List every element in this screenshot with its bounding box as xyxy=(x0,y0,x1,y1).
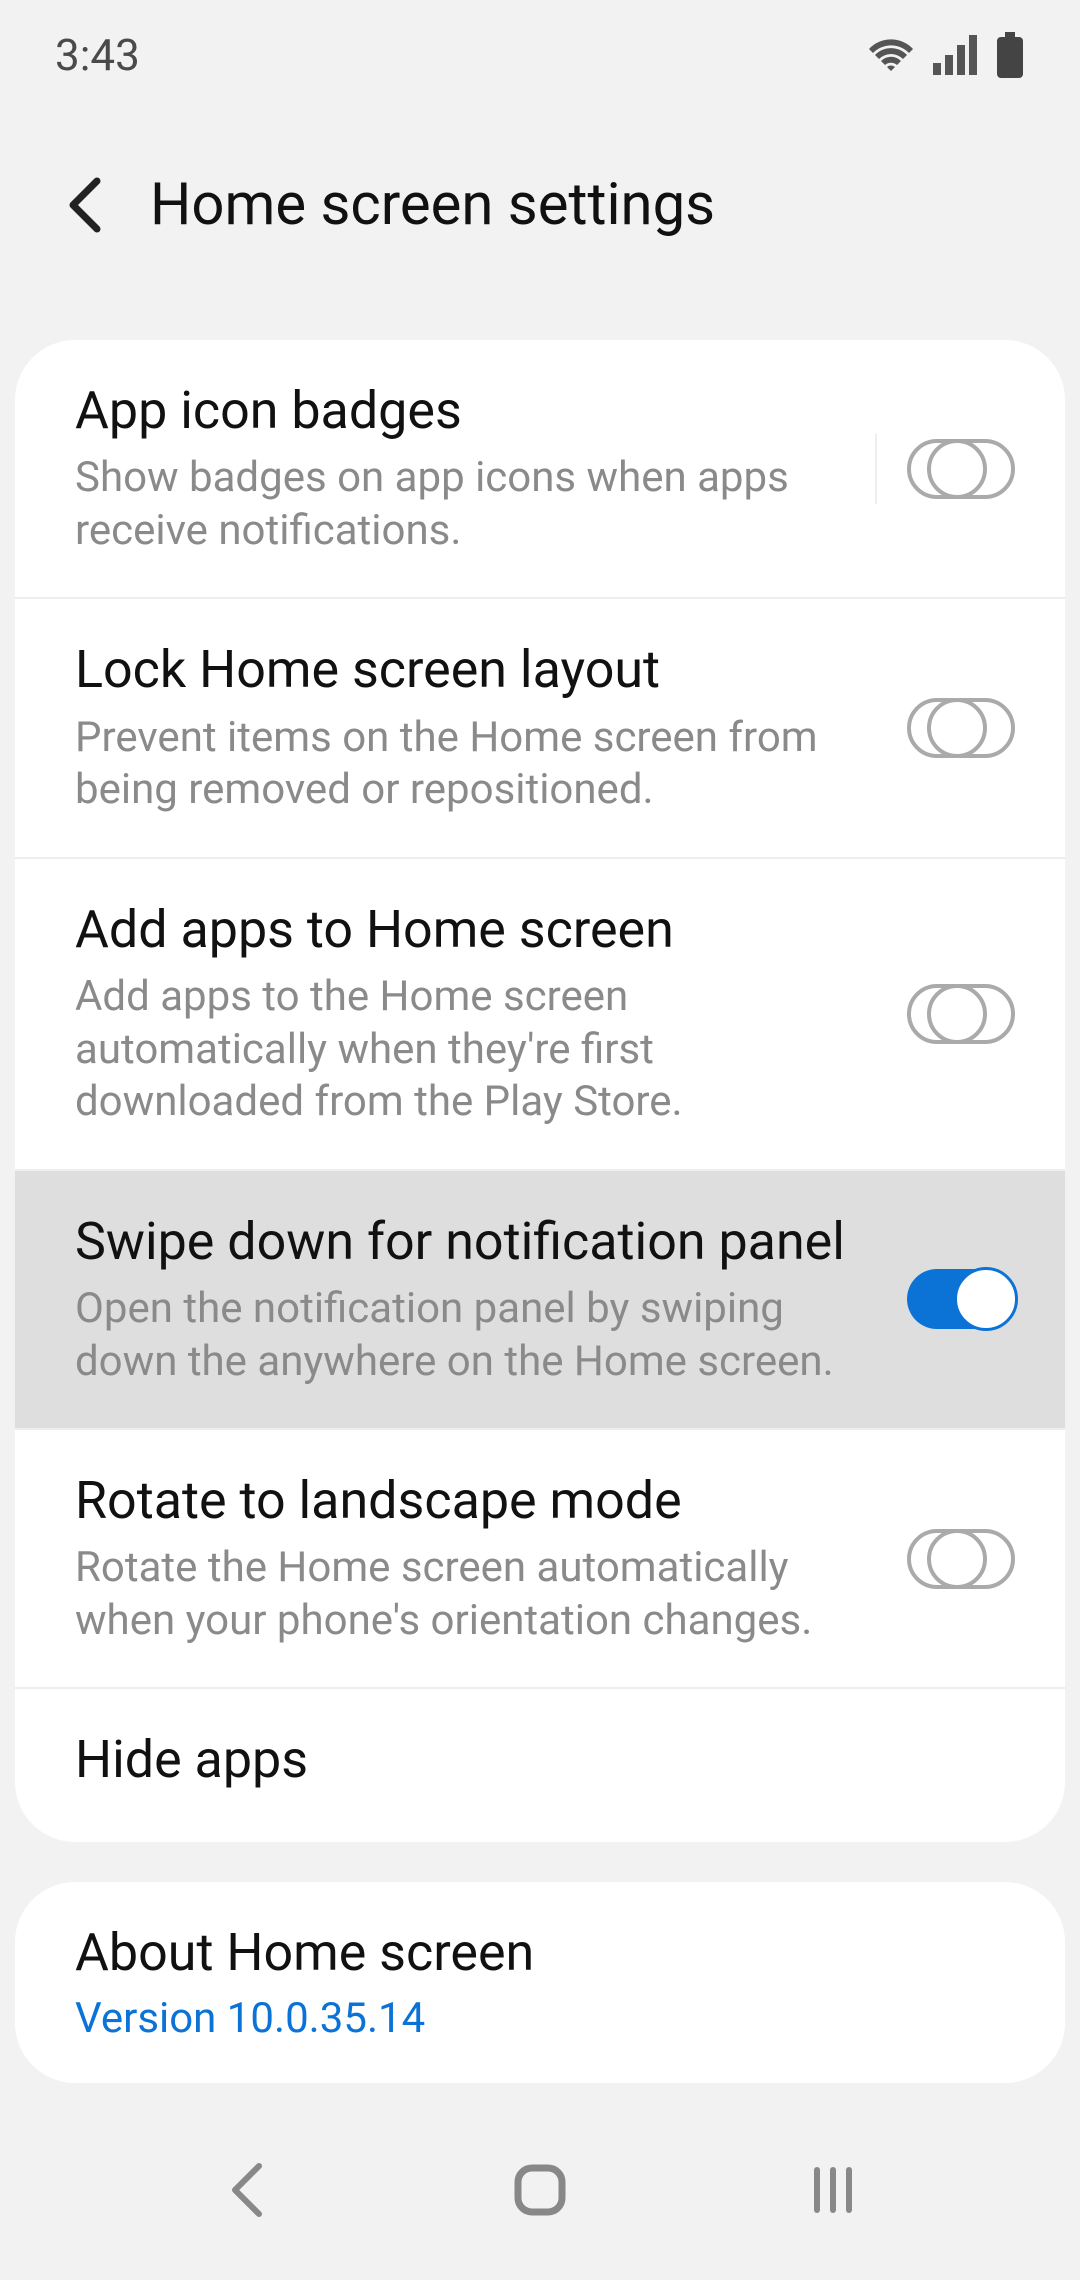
setting-row-add-apps[interactable]: Add apps to Home screen Add apps to the H… xyxy=(15,859,1065,1171)
setting-text: Hide apps xyxy=(75,1729,1015,1801)
back-button[interactable] xyxy=(60,170,110,240)
toggle-app-icon-badges[interactable] xyxy=(907,439,1015,499)
setting-title: Lock Home screen layout xyxy=(75,639,877,701)
nav-home-button[interactable] xyxy=(500,2150,580,2230)
setting-row-hide-apps[interactable]: Hide apps xyxy=(15,1689,1065,1841)
signal-icon xyxy=(933,35,977,75)
setting-text: App icon badges Show badges on app icons … xyxy=(75,380,845,557)
toggle-add-apps[interactable] xyxy=(907,984,1015,1044)
setting-subtitle: Show badges on app icons when apps recei… xyxy=(75,452,845,557)
status-time: 3:43 xyxy=(55,29,140,81)
about-version: Version 10.0.35.14 xyxy=(75,1994,1015,2043)
setting-row-lock-layout[interactable]: Lock Home screen layout Prevent items on … xyxy=(15,599,1065,858)
nav-back-button[interactable] xyxy=(207,2150,287,2230)
toggle-swipe-notif[interactable] xyxy=(907,1269,1015,1329)
battery-icon xyxy=(995,32,1025,78)
setting-subtitle: Open the notification panel by swiping d… xyxy=(75,1283,877,1388)
setting-title: App icon badges xyxy=(75,380,845,442)
recents-icon xyxy=(807,2164,859,2216)
setting-row-swipe-notif[interactable]: Swipe down for notification panel Open th… xyxy=(15,1171,1065,1430)
header: Home screen settings xyxy=(0,110,1080,340)
setting-title: Add apps to Home screen xyxy=(75,899,877,961)
chevron-left-icon xyxy=(67,177,103,233)
wifi-icon xyxy=(867,35,915,75)
setting-title: Swipe down for notification panel xyxy=(75,1211,877,1273)
about-row[interactable]: About Home screen Version 10.0.35.14 xyxy=(15,1882,1065,2083)
settings-card: App icon badges Show badges on app icons … xyxy=(15,340,1065,1842)
toggle-rotate[interactable] xyxy=(907,1529,1015,1589)
setting-title: Hide apps xyxy=(75,1729,1015,1791)
page-title: Home screen settings xyxy=(150,171,715,239)
nav-recents-button[interactable] xyxy=(793,2150,873,2230)
setting-text: Swipe down for notification panel Open th… xyxy=(75,1211,877,1388)
home-outline-icon xyxy=(512,2162,568,2218)
toggle-lock-layout[interactable] xyxy=(907,698,1015,758)
about-card: About Home screen Version 10.0.35.14 xyxy=(15,1882,1065,2083)
setting-subtitle: Prevent items on the Home screen from be… xyxy=(75,712,877,817)
setting-subtitle: Rotate the Home screen automatically whe… xyxy=(75,1542,877,1647)
setting-title: Rotate to landscape mode xyxy=(75,1470,877,1532)
status-bar: 3:43 xyxy=(0,0,1080,110)
setting-subtitle: Add apps to the Home screen automaticall… xyxy=(75,971,877,1129)
system-nav-bar xyxy=(0,2100,1080,2280)
setting-text: Add apps to Home screen Add apps to the H… xyxy=(75,899,877,1129)
setting-row-rotate[interactable]: Rotate to landscape mode Rotate the Home … xyxy=(15,1430,1065,1689)
setting-text: Lock Home screen layout Prevent items on … xyxy=(75,639,877,816)
about-title: About Home screen xyxy=(75,1922,1015,1984)
setting-row-app-icon-badges[interactable]: App icon badges Show badges on app icons … xyxy=(15,340,1065,599)
setting-text: Rotate to landscape mode Rotate the Home … xyxy=(75,1470,877,1647)
status-icons xyxy=(867,32,1025,78)
vertical-separator xyxy=(875,434,877,504)
chevron-left-icon xyxy=(227,2162,267,2218)
